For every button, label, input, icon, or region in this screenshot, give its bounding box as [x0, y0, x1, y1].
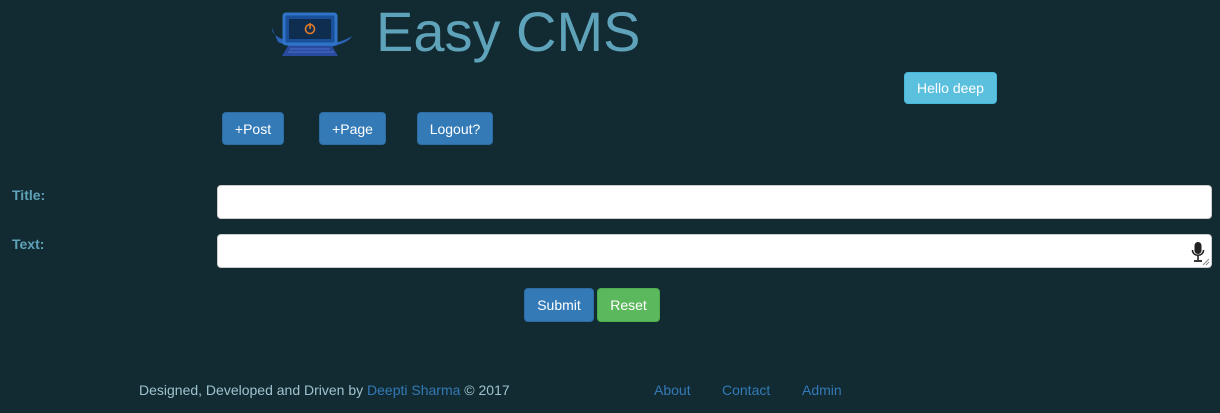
author-link[interactable]: Deepti Sharma [367, 382, 460, 398]
text-area[interactable] [217, 234, 1212, 268]
footer-link-admin[interactable]: Admin [802, 382, 842, 398]
title-label: Title: [12, 187, 46, 203]
reset-button[interactable]: Reset [597, 288, 660, 322]
submit-button[interactable]: Submit [524, 288, 594, 322]
resize-handle-icon[interactable] [1202, 258, 1210, 266]
logout-button[interactable]: Logout? [417, 112, 493, 145]
add-page-button[interactable]: +Page [319, 112, 386, 145]
footer-credit-suffix: © 2017 [460, 382, 510, 398]
user-greeting-button[interactable]: Hello deep [904, 72, 997, 104]
brand-title: Easy CMS [376, 0, 641, 63]
title-input[interactable] [217, 185, 1212, 219]
footer-credit-prefix: Designed, Developed and Driven by [139, 382, 368, 398]
footer-link-about[interactable]: About [654, 382, 691, 398]
add-post-button[interactable]: +Post [222, 112, 284, 145]
footer-link-contact[interactable]: Contact [722, 382, 770, 398]
monitor-power-logo-icon [271, 12, 352, 56]
footer-credit: Designed, Developed and Driven by Deepti… [139, 382, 510, 398]
text-label: Text: [12, 236, 45, 252]
